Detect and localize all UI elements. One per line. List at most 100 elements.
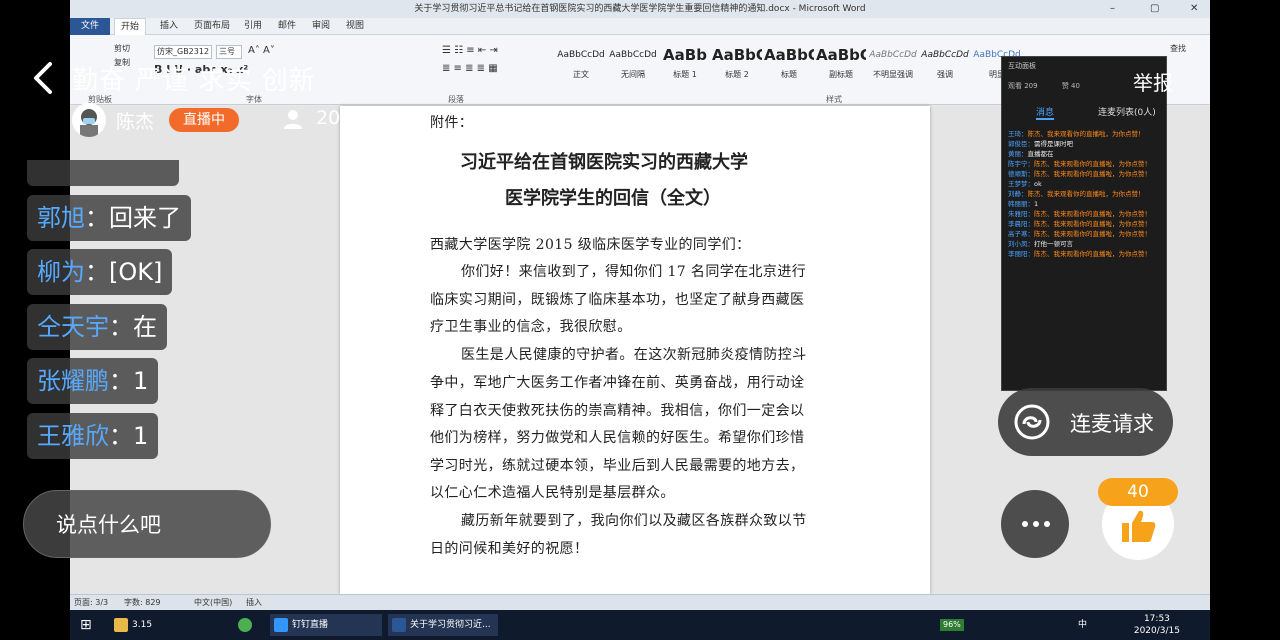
paragraph-list-icons[interactable]: ☰ ☷ ≡ ⇤ ⇥ xyxy=(442,45,498,56)
back-arrow-icon[interactable] xyxy=(30,58,56,98)
chat-sender: 刘小凤 xyxy=(1008,240,1028,248)
tab-view[interactable]: 视图 xyxy=(340,18,370,35)
taskbar-folder[interactable]: 3.15 xyxy=(114,614,152,636)
chat-text: 陈杰、我来观看你的直播啦，为你点赞！ xyxy=(1034,230,1151,238)
comment-bubble: 郭旭：回来了 xyxy=(27,195,191,241)
style-heading-1[interactable]: AaBb 标题 1 xyxy=(660,41,710,87)
chat-text: 陈杰、我来观看你的直播啦，为你点赞！ xyxy=(1034,160,1151,168)
chat-sender: 李丽阳 xyxy=(1008,250,1028,258)
start-icon[interactable]: ⊞ xyxy=(80,614,92,636)
chat-sender: 陈宇宁 xyxy=(1008,160,1028,168)
doc-line: 疗卫生事业的信念，我很欣慰。 xyxy=(430,319,632,335)
chat-text: 陈杰、我来观看你的直播啦，为你点赞！ xyxy=(1034,170,1151,178)
chat-text: 陈杰、我来观看你的直播啦，为你点赞！ xyxy=(1034,220,1151,228)
tab-mic-list[interactable]: 连麦列表(0人) xyxy=(1098,105,1156,118)
chat-sender: 韩丽丽 xyxy=(1008,200,1028,208)
font-grow-icon[interactable]: A˄ A˅ xyxy=(248,45,275,56)
chat-text: 陈杰、我来观看你的直播啦，为你点赞！ xyxy=(1034,210,1151,218)
style-subtitle[interactable]: AaBbC 副标题 xyxy=(816,41,866,87)
chat-text: 需得是课时吧 xyxy=(1034,140,1073,148)
chat-message: 王梦梦：ok xyxy=(1008,180,1042,188)
chat-message: 刘小凤：打他一顿可言 xyxy=(1008,240,1073,248)
chat-sender: 王琦 xyxy=(1008,130,1021,138)
tab-file[interactable]: 文件 xyxy=(70,18,110,35)
chat-message: 韩丽丽：1 xyxy=(1008,200,1039,208)
tab-page-layout[interactable]: 页面布局 xyxy=(188,18,236,35)
font-size-select[interactable]: 三号 xyxy=(216,45,242,59)
chat-message: 高子寒：陈杰、我来观看你的直播啦，为你点赞！ xyxy=(1008,230,1151,238)
chat-sender: 郭俊臣 xyxy=(1008,140,1028,148)
page-indicator[interactable]: 页面: 3/3 xyxy=(74,595,108,611)
chat-text: 陈杰、我来观看你的直播啦，为你点赞！ xyxy=(1027,130,1145,138)
host-name: 陈杰 xyxy=(116,111,155,133)
chat-text: 陈杰、我来观看你的直播啦，为你点赞！ xyxy=(1027,190,1145,198)
style-emphasis[interactable]: AaBbCcDd 强调 xyxy=(920,41,970,87)
dingtalk-icon xyxy=(274,617,288,632)
live-status-badge: 直播中 xyxy=(169,108,239,132)
chat-message: 德顺斯：陈杰、我来观看你的直播啦，为你点赞！ xyxy=(1008,170,1151,178)
chat-message: 郭俊臣：需得是课时吧 xyxy=(1008,140,1073,148)
maximize-icon[interactable]: ▢ xyxy=(1150,0,1159,18)
comment-bubble: 张耀鹏：1 xyxy=(27,358,159,404)
style-normal[interactable]: AaBbCcDd 正文 xyxy=(556,41,606,87)
ime-indicator[interactable]: 中 xyxy=(1078,614,1087,636)
minimize-icon[interactable]: – xyxy=(1110,0,1115,18)
word-count[interactable]: 字数: 829 xyxy=(124,595,161,611)
comment-input[interactable]: 说点什么吧 xyxy=(23,490,271,558)
tab-review[interactable]: 审阅 xyxy=(306,18,336,35)
document-page[interactable]: 附件： 习近平给在首钢医院实习的西藏大学 医学院学生的回信（全文） 西藏大学医学… xyxy=(340,106,930,594)
doc-title-line-1: 习近平给在首钢医院实习的西藏大学 xyxy=(460,152,748,173)
word-status-bar: 页面: 3/3 字数: 829 中文(中国) 插入 xyxy=(70,594,1210,610)
chat-text: ok xyxy=(1034,180,1042,188)
doc-line: 学习时光，练就过硬本领，毕业后到人民最需要的地方去， xyxy=(430,458,805,474)
comment-bubble: 王雅欣：1 xyxy=(27,413,159,459)
viewer-icon xyxy=(284,110,302,129)
tab-home[interactable]: 开始 xyxy=(114,18,147,35)
tab-mailings[interactable]: 邮件 xyxy=(272,18,302,35)
host-avatar[interactable] xyxy=(72,103,106,137)
chat-message: 黄丽：直播都在 xyxy=(1008,150,1054,158)
tab-insert[interactable]: 插入 xyxy=(154,18,184,35)
chat-text: 1 xyxy=(1034,200,1039,208)
doc-line: 临床实习期间，既锻炼了临床基本功，也坚定了献身西藏医 xyxy=(430,292,805,308)
chat-message: 李晨阳：陈杰、我来观看你的直播啦，为你点赞！ xyxy=(1008,220,1151,228)
style-heading-2[interactable]: AaBbC 标题 2 xyxy=(712,41,762,87)
mic-request-label[interactable]: 连麦请求 xyxy=(1070,408,1154,438)
chat-sender: 高子寒 xyxy=(1008,230,1028,238)
style-subtle-emphasis[interactable]: AaBbCcDd 不明显强调 xyxy=(868,41,918,87)
style-title[interactable]: AaBbC 标题 xyxy=(764,41,814,87)
battery-indicator[interactable]: 96% xyxy=(940,619,964,631)
taskbar-word-doc[interactable]: 关于学习贯彻习近... xyxy=(388,614,498,636)
like-count-badge: 40 xyxy=(1098,478,1178,506)
style-no-spacing[interactable]: AaBbCcDd 无间隔 xyxy=(608,41,658,87)
interaction-panel: 互动面板 观看 209 赞 40 消息 连麦列表(0人) 王琦：陈杰、我来观看你… xyxy=(1001,56,1167,391)
chat-sender: 刘静 xyxy=(1008,190,1021,198)
language-indicator[interactable]: 中文(中国) xyxy=(194,595,232,611)
ribbon-tabs: 文件 开始 插入 页面布局 引用 邮件 审阅 视图 xyxy=(70,18,1210,35)
tab-messages[interactable]: 消息 xyxy=(1036,105,1055,120)
chat-message: 朱雅阳：陈杰、我来观看你的直播啦，为你点赞！ xyxy=(1008,210,1151,218)
panel-tabs: 消息 连麦列表(0人) xyxy=(1002,101,1168,123)
doc-line: 西藏大学医学院 2015 级临床医学专业的同学们： xyxy=(430,237,751,253)
find-button[interactable]: 查找 xyxy=(1170,43,1186,54)
paragraph-align-icons[interactable]: ≣ ≡ ≣ ≣ ▦ xyxy=(442,63,498,74)
live-stream-view: 关于学习贯彻习近平总书记给在首钢医院实习的西藏大学医学院学生重要回信精神的通知.… xyxy=(0,0,1280,640)
chat-message: 王琦：陈杰、我来观看你的直播啦，为你点赞！ xyxy=(1008,130,1145,138)
close-icon[interactable]: ✕ xyxy=(1190,0,1198,18)
chat-sender: 黄丽 xyxy=(1008,150,1021,158)
chat-message: 陈宇宁：陈杰、我来观看你的直播啦，为你点赞！ xyxy=(1008,160,1151,168)
font-name-select[interactable]: 仿宋_GB2312 xyxy=(154,45,212,59)
clock[interactable]: 17:53 2020/3/15 xyxy=(1134,613,1180,637)
likes-count: 赞 40 xyxy=(1061,82,1080,90)
tab-references[interactable]: 引用 xyxy=(238,18,268,35)
doc-line: 日的问候和美好的祝愿！ xyxy=(430,541,589,557)
more-button[interactable] xyxy=(1001,490,1069,558)
taskbar-dingtalk-live[interactable]: 钉钉直播 xyxy=(270,614,382,636)
cut-button[interactable]: 剪切 xyxy=(114,43,130,54)
app-icon xyxy=(238,617,252,632)
report-button[interactable]: 举报 xyxy=(1133,67,1173,96)
insert-mode[interactable]: 插入 xyxy=(246,595,262,611)
chat-text: 打他一顿可言 xyxy=(1034,240,1073,248)
viewer-count: 209 xyxy=(316,107,353,129)
taskbar-app-green[interactable] xyxy=(238,614,256,636)
